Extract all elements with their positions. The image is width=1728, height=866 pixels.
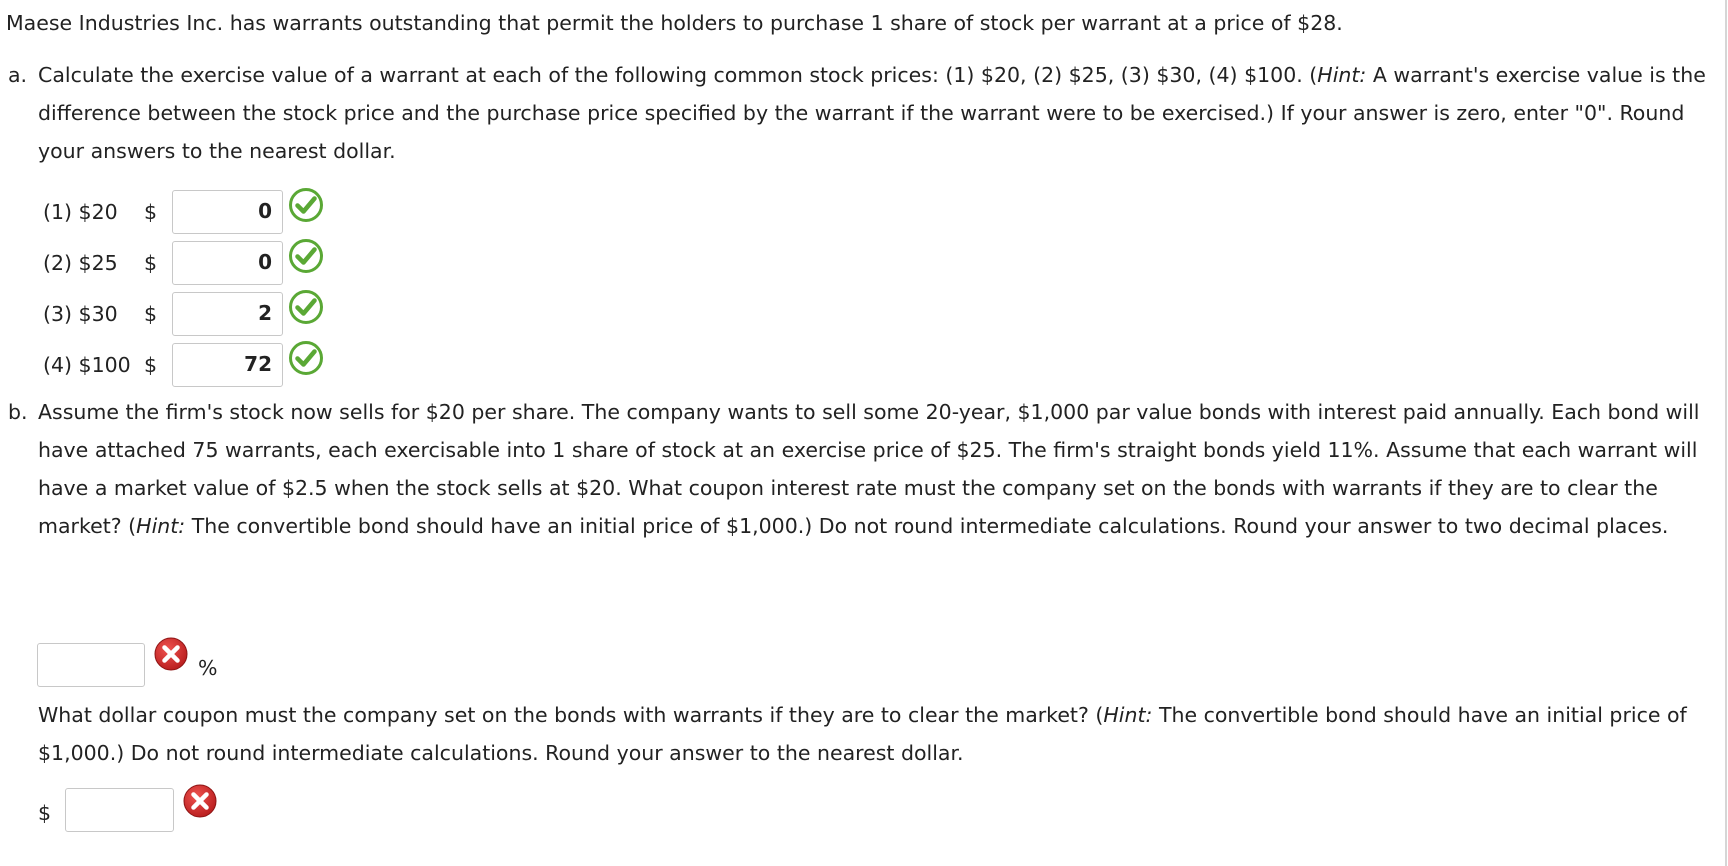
row-label: (4) $100 bbox=[43, 353, 131, 377]
followup-text-1: What dollar coupon must the company set … bbox=[38, 703, 1104, 727]
part-b-hint-label: Hint: bbox=[136, 514, 186, 538]
currency-symbol: $ bbox=[144, 353, 158, 377]
page-right-border bbox=[1725, 0, 1727, 866]
part-a-hint-label: Hint: bbox=[1317, 63, 1367, 87]
x-circle-icon bbox=[154, 637, 188, 671]
check-circle-icon bbox=[289, 239, 323, 273]
currency-symbol: $ bbox=[144, 302, 158, 326]
part-a-letter: a. bbox=[8, 63, 28, 87]
answer-input-1[interactable]: 0 bbox=[172, 190, 283, 234]
followup-hint-label: Hint: bbox=[1103, 703, 1153, 727]
check-circle-icon bbox=[289, 290, 323, 324]
check-circle-icon bbox=[289, 341, 323, 375]
part-b-question: Assume the firm's stock now sells for $2… bbox=[38, 393, 1718, 545]
dollar-coupon-input[interactable] bbox=[65, 788, 174, 832]
row-label: (2) $25 bbox=[43, 251, 118, 275]
coupon-rate-input[interactable] bbox=[37, 643, 145, 687]
check-circle-icon bbox=[289, 188, 323, 222]
part-a-question: Calculate the exercise value of a warran… bbox=[38, 56, 1718, 170]
x-circle-icon bbox=[183, 784, 217, 818]
problem-intro: Maese Industries Inc. has warrants outst… bbox=[6, 11, 1343, 35]
row-label: (1) $20 bbox=[43, 200, 118, 224]
currency-symbol: $ bbox=[144, 251, 158, 275]
part-a: a. Calculate the exercise value of a war… bbox=[8, 56, 1718, 170]
part-a-text-1: Calculate the exercise value of a warran… bbox=[38, 63, 1318, 87]
answer-input-4[interactable]: 72 bbox=[172, 343, 283, 387]
answer-input-3[interactable]: 2 bbox=[172, 292, 283, 336]
part-b: b. Assume the firm's stock now sells for… bbox=[8, 393, 1718, 545]
answer-input-2[interactable]: 0 bbox=[172, 241, 283, 285]
row-label: (3) $30 bbox=[43, 302, 118, 326]
percent-unit: % bbox=[198, 656, 218, 680]
currency-symbol: $ bbox=[144, 200, 158, 224]
followup-question: What dollar coupon must the company set … bbox=[38, 696, 1718, 772]
part-b-text-2: The convertible bond should have an init… bbox=[185, 514, 1669, 538]
currency-symbol: $ bbox=[38, 801, 52, 825]
part-b-letter: b. bbox=[8, 400, 28, 424]
